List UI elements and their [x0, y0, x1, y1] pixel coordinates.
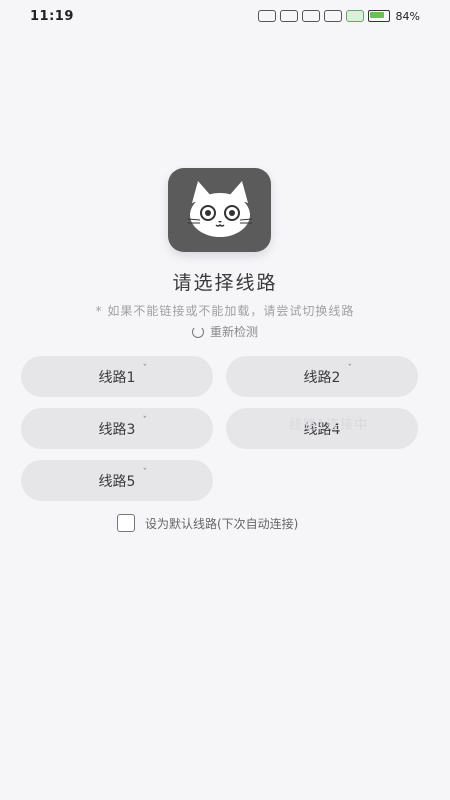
app-logo [168, 168, 271, 252]
battery-percent: 84% [395, 9, 420, 23]
line-2-button[interactable]: 线路2 ˇ [226, 356, 418, 397]
connecting-toast: 线路1连接中 [289, 418, 369, 433]
status-bar: 11:19 84% [0, 0, 450, 32]
line-3-button[interactable]: 线路3 ˇ [21, 408, 213, 449]
refresh-icon [191, 325, 204, 338]
recheck-label: 重新检测 [209, 325, 258, 339]
cat-icon [187, 181, 252, 237]
default-line-label: 设为默认线路(下次自动连接) [145, 516, 299, 531]
page-subtitle: * 如果不能链接或不能加载，请尝试切换线路 [95, 304, 355, 318]
tick-mark: ˇ [142, 468, 148, 478]
default-line-row: 设为默认线路(下次自动连接) [117, 514, 298, 532]
signal-5g-icon-2 [301, 10, 320, 22]
line-1-label: 线路1 [98, 369, 136, 386]
line-5-button[interactable]: 线路5 ˇ [21, 460, 213, 501]
battery-icon [367, 10, 390, 22]
tick-mark: ˇ [347, 364, 353, 374]
signal-5g-icon [279, 10, 298, 22]
line-1-button[interactable]: 线路1 ˇ [21, 356, 213, 397]
recheck-button[interactable]: 重新检测 [0, 323, 450, 340]
status-icons: 84% [257, 9, 420, 23]
line-5-label: 线路5 [98, 473, 136, 490]
line-3-label: 线路3 [98, 421, 136, 438]
default-line-checkbox[interactable] [117, 514, 135, 532]
status-time: 11:19 [30, 8, 74, 24]
tick-mark: ˇ [142, 416, 148, 426]
page-title: 请选择线路 [172, 272, 278, 294]
wifi-icon [345, 10, 364, 22]
tick-mark: ˇ [142, 364, 148, 374]
notification-icon [257, 10, 276, 22]
line-2-label: 线路2 [303, 369, 341, 386]
heart-icon [323, 10, 342, 22]
